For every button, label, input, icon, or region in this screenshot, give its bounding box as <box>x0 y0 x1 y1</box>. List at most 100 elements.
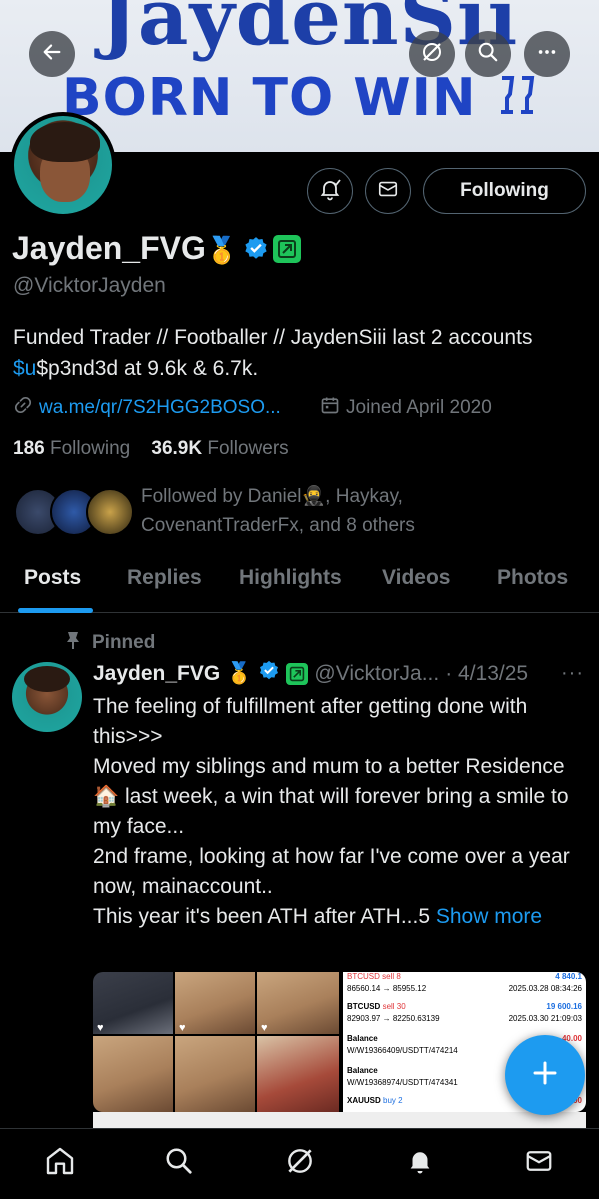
trade-cell: 2025.03.28 08:34:26 <box>508 984 582 993</box>
post-body[interactable]: The feeling of fulfillment after getting… <box>93 692 583 932</box>
display-name-text: Jayden_FVG <box>12 230 206 266</box>
calendar-icon <box>320 395 340 421</box>
post-more-icon[interactable]: ··· <box>561 662 584 685</box>
trade-cell: 82903.97 → 82250.63139 <box>347 1014 440 1023</box>
tab-posts[interactable]: Posts <box>24 566 81 590</box>
nav-search[interactable] <box>161 1145 197 1181</box>
profile-link-row[interactable]: wa.me/qr/7S2HGG2BOSO... <box>13 395 281 421</box>
followed-by-text[interactable]: Followed by Daniel🥷, Haykay, CovenantTra… <box>141 482 471 540</box>
notify-button[interactable] <box>307 168 353 214</box>
verified-badge-icon <box>258 660 280 688</box>
joined-date-row: Joined April 2020 <box>320 395 492 421</box>
avatar-hair <box>30 122 100 162</box>
media-photo[interactable] <box>175 1036 255 1112</box>
joined-date: Joined April 2020 <box>346 397 492 418</box>
link-icon <box>13 395 33 421</box>
post-author-avatar[interactable] <box>12 662 82 732</box>
trade-cell: BTCUSD sell 8 <box>347 972 401 981</box>
grok-button[interactable] <box>409 31 455 77</box>
tab-highlights[interactable]: Highlights <box>239 566 342 590</box>
bio-text-1: Funded Trader // Footballer // JaydenSii… <box>13 326 533 349</box>
tab-videos[interactable]: Videos <box>382 566 450 590</box>
grok-icon <box>284 1145 316 1182</box>
arrow-left-icon <box>41 41 63 68</box>
post-header: Jayden_FVG 🥇 @VicktorJa... · 4/13/25 <box>93 660 528 688</box>
pinned-text: Pinned <box>92 632 156 653</box>
post-text: The feeling of fulfillment after getting… <box>93 695 570 928</box>
tab-replies[interactable]: Replies <box>127 566 202 590</box>
following-stat[interactable]: 186 Following <box>13 438 130 459</box>
heart-icon: ♥ <box>179 1022 186 1034</box>
following-label: Following <box>49 438 131 459</box>
followers-stat[interactable]: 36.9K Followers <box>151 438 288 459</box>
champagne-glasses-icon <box>496 74 542 130</box>
media-photo[interactable] <box>175 972 255 1034</box>
bio-cashtag-link[interactable]: $u <box>13 357 36 380</box>
trade-cell: 2025.03.30 21:09:03 <box>508 1014 582 1023</box>
compose-post-button[interactable] <box>505 1035 585 1115</box>
nav-messages[interactable] <box>521 1145 557 1181</box>
medal-emoji: 🥇 <box>226 662 253 685</box>
nav-notifications[interactable] <box>402 1145 438 1181</box>
trade-cell: Balance <box>347 1034 378 1043</box>
profile-website-link[interactable]: wa.me/qr/7S2HGG2BOSO... <box>39 397 281 419</box>
media-photo[interactable] <box>257 972 339 1034</box>
back-button[interactable] <box>29 31 75 77</box>
bio-text-2: $p3nd3d at 9.6k & 6.7k. <box>36 357 259 380</box>
more-button[interactable] <box>524 31 570 77</box>
display-name: Jayden_FVG🥇 <box>12 230 238 267</box>
trade-cell: BTCUSD sell 30 <box>347 1002 406 1011</box>
media-photo[interactable] <box>93 972 173 1034</box>
post-date[interactable]: · 4/13/25 <box>445 662 528 686</box>
pin-icon <box>64 630 82 656</box>
media-photo[interactable] <box>93 1036 173 1112</box>
following-count: 186 <box>13 438 45 459</box>
followers-count: 36.9K <box>151 438 203 459</box>
banner-title: JaydenSii <box>100 0 519 63</box>
bottom-navigation <box>0 1128 599 1199</box>
trade-cell: XAUUSD buy 2 <box>347 1096 403 1105</box>
verified-badge-icon[interactable] <box>243 236 269 267</box>
tab-photos[interactable]: Photos <box>497 566 568 590</box>
search-button[interactable] <box>465 31 511 77</box>
envelope-icon <box>377 178 399 205</box>
search-icon <box>164 1146 194 1181</box>
nav-home[interactable] <box>42 1145 78 1181</box>
affiliate-badge-icon <box>286 663 309 685</box>
followers-you-know-avatars[interactable] <box>14 488 134 538</box>
post-author-handle[interactable]: @VicktorJa... <box>314 662 439 686</box>
plus-icon <box>530 1058 560 1093</box>
search-icon <box>477 41 499 68</box>
trade-side: sell 30 <box>382 1002 406 1011</box>
message-button[interactable] <box>365 168 411 214</box>
trade-symbol: BTCUSD <box>347 1002 381 1011</box>
heart-icon: ♥ <box>97 1022 104 1034</box>
more-horizontal-icon <box>536 41 558 68</box>
trade-cell: 86560.14 → 85955.12 <box>347 984 427 993</box>
media-second-row[interactable] <box>93 1112 586 1128</box>
media-photo[interactable] <box>257 1036 339 1112</box>
following-button[interactable]: Following <box>423 168 586 214</box>
trade-cell: 19 600.16 <box>546 1002 582 1011</box>
profile-bio: Funded Trader // Footballer // JaydenSii… <box>13 322 573 384</box>
bell-check-icon <box>318 177 342 206</box>
trade-side: buy 2 <box>383 1096 403 1105</box>
trade-cell: 4 840.1 <box>555 972 582 981</box>
trade-cell: W/W19366409/USDTT/474214 <box>347 1046 458 1055</box>
nav-grok[interactable] <box>282 1145 318 1181</box>
messages-icon <box>524 1146 554 1181</box>
home-icon <box>44 1145 76 1182</box>
trade-cell: W/W19368974/USDTT/474341 <box>347 1078 458 1087</box>
followers-label: Followers <box>207 438 289 459</box>
profile-handle: @VicktorJayden <box>13 274 166 297</box>
affiliate-badge-icon[interactable] <box>273 235 301 263</box>
avatar-hair <box>24 666 70 692</box>
post-author-name[interactable]: Jayden_FVG <box>93 662 220 686</box>
profile-avatar[interactable] <box>10 112 116 218</box>
medal-emoji: 🥇 <box>205 235 239 265</box>
heart-icon: ♥ <box>261 1022 268 1034</box>
grok-slash-icon <box>420 40 444 69</box>
pinned-label: Pinned <box>64 630 155 656</box>
trade-cell: Balance <box>347 1066 378 1075</box>
show-more-link[interactable]: Show more <box>436 905 542 928</box>
